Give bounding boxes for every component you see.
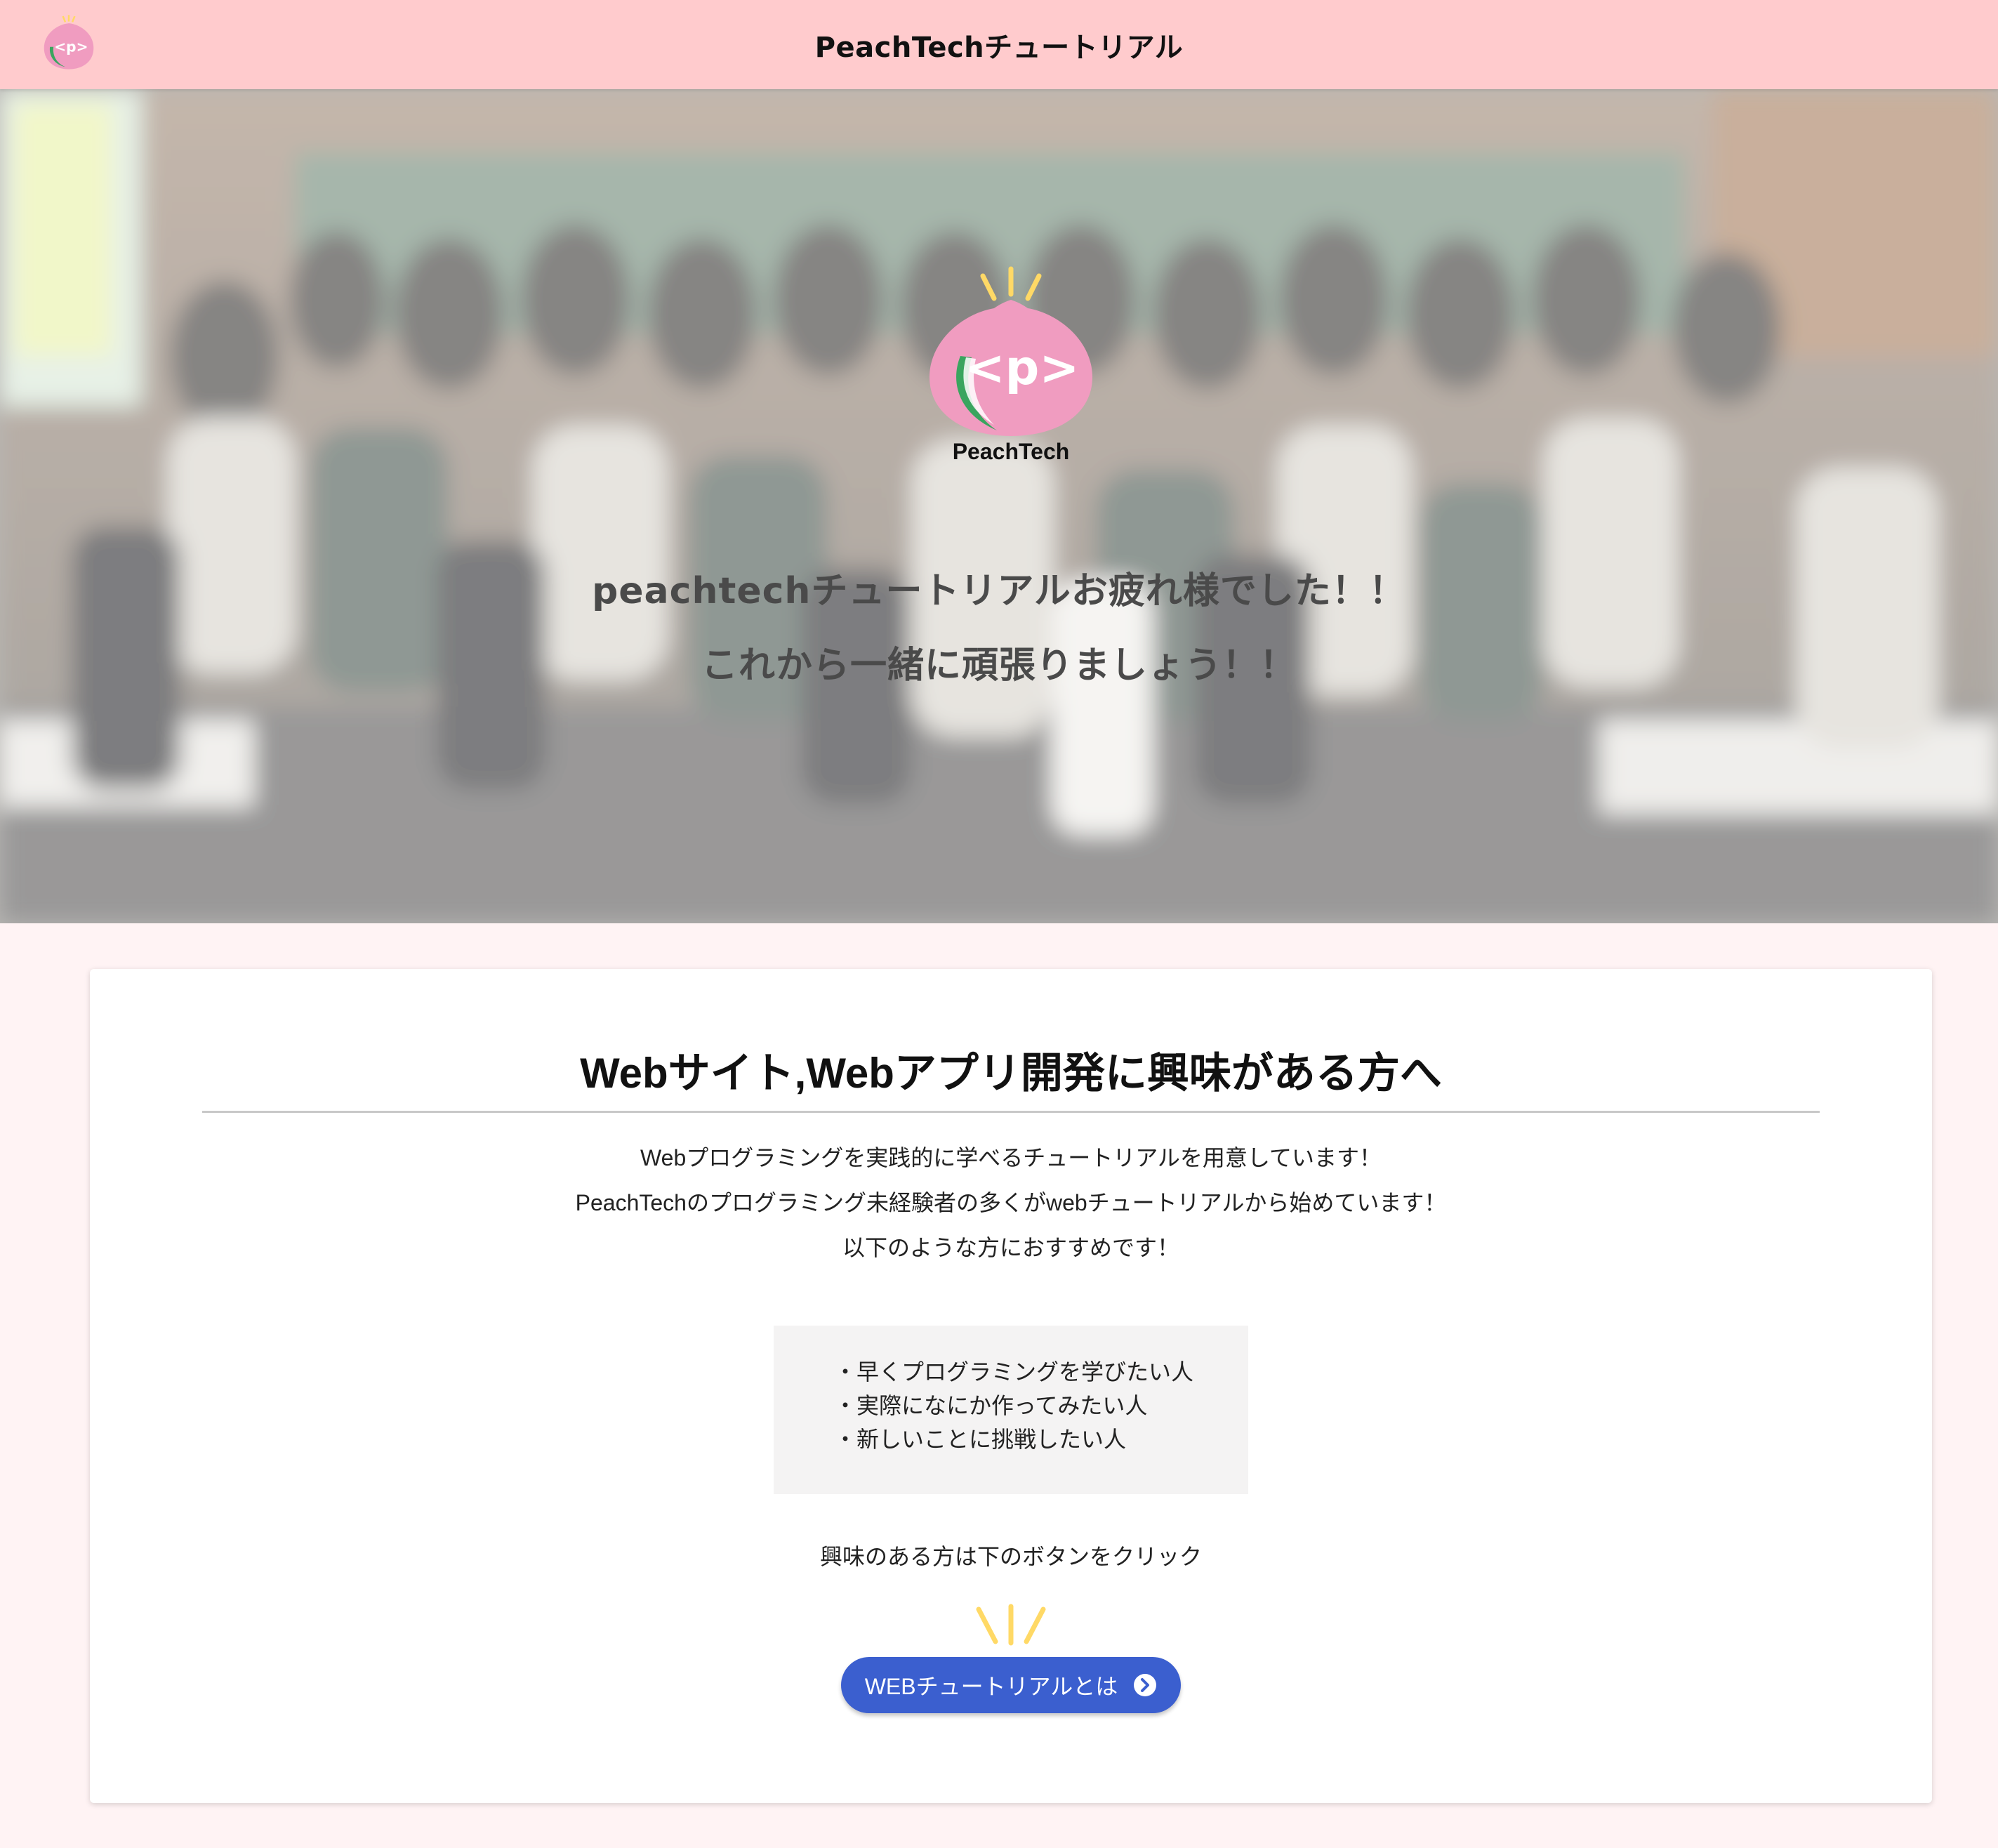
header-title: PeachTechチュートリアル: [814, 31, 1184, 64]
peachtech-logo-icon[interactable]: <p>: [39, 13, 98, 72]
app-header: <p> PeachTechチュートリアル: [0, 0, 1998, 89]
web-tutorial-button-label: WEBチュートリアルとは: [864, 1674, 1118, 1699]
recommendation-item: ・早くプログラミングを学びたい人: [834, 1359, 1194, 1385]
hero-logo-glyph: <p>: [965, 341, 1080, 396]
hero-overlay: [0, 89, 1998, 923]
header-logo-glyph: <p>: [54, 38, 88, 55]
description-line-1: Webプログラミングを実践的に学べるチュートリアルを用意しています！: [640, 1145, 1382, 1170]
description-line-2: PeachTechのプログラミング未経験者の多くがwebチュートリアルから始めて…: [575, 1190, 1447, 1215]
web-tutorial-card: Webサイト,Webアプリ開発に興味がある方へ Webプログラミングを実践的に学…: [90, 969, 1932, 1803]
hero-logo-text: PeachTech: [952, 439, 1070, 464]
hero-banner: <p> PeachTech peachtechチュートリアルお疲れ様でした！！ …: [0, 89, 1998, 923]
title-divider: [202, 1111, 1820, 1113]
recommendation-item: ・実際になにか作ってみたい人: [834, 1393, 1148, 1418]
hero-message-line-2: これから一緒に頑張りましょう！！: [701, 645, 1297, 687]
sparkle-icon: [976, 1604, 1046, 1646]
hero-message-line-1: peachtechチュートリアルお疲れ様でした！！: [592, 570, 1406, 612]
web-tutorial-button[interactable]: WEBチュートリアルとは: [841, 1657, 1181, 1713]
description-line-3: 以下のような方におすすめです！: [842, 1235, 1179, 1260]
recommendation-item: ・新しいことに挑戦したい人: [834, 1427, 1127, 1452]
card-title: Webサイト,Webアプリ開発に興味がある方へ: [580, 1050, 1442, 1097]
chevron-right-circle-icon: [1134, 1674, 1157, 1696]
recommendation-box: ・早くプログラミングを学びたい人 ・実際になにか作ってみたい人 ・新しいことに挑…: [774, 1326, 1248, 1494]
cta-prompt: 興味のある方は下のボタンをクリック: [819, 1544, 1202, 1569]
peachtech-peach-logo-icon: <p>: [929, 266, 1092, 436]
